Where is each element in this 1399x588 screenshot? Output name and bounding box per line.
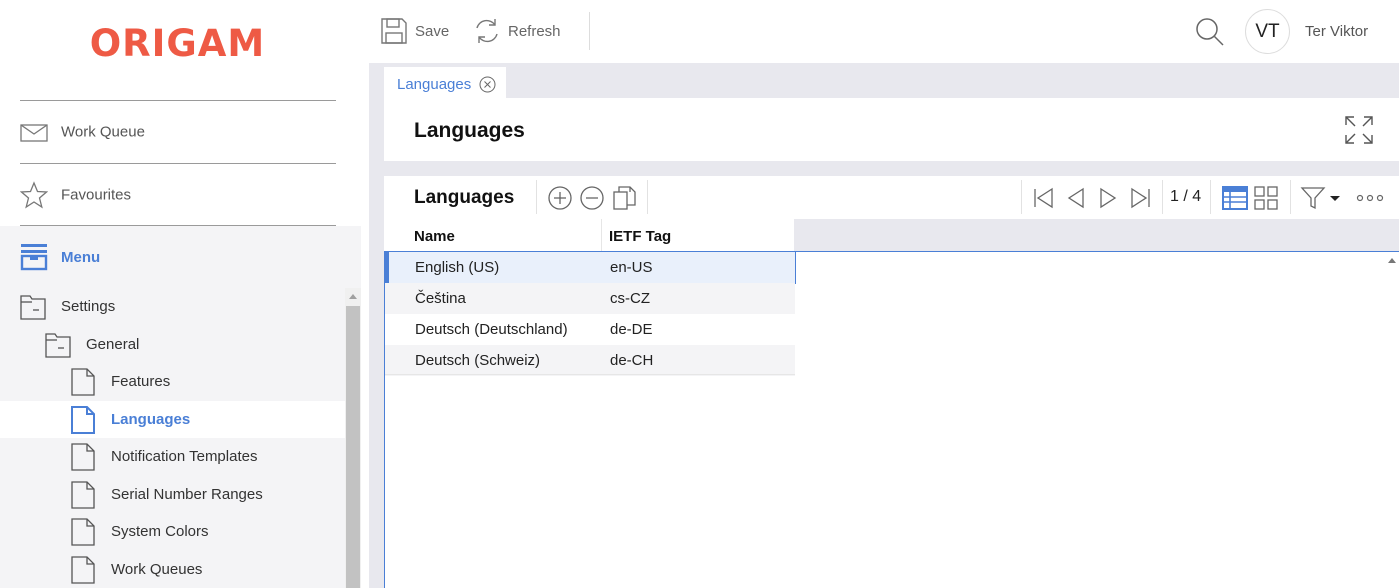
refresh-label: Refresh — [508, 22, 561, 40]
floppy-disk-icon — [381, 18, 407, 44]
close-icon[interactable] — [479, 76, 496, 93]
sidebar-item-favourites[interactable]: Favourites — [0, 164, 361, 226]
sidebar: ORIGAM Work Queue Favourites Menu Settin… — [0, 0, 361, 588]
menu-icon[interactable] — [19, 242, 49, 272]
copy-row-icon[interactable] — [611, 185, 637, 211]
divider — [385, 374, 795, 375]
toolbar-divider — [647, 180, 648, 214]
table-row[interactable]: English (US) en-US — [384, 251, 796, 284]
grid-body: English (US) en-US Čeština cs-CZ Deutsch… — [384, 251, 1399, 588]
tree-item-label: General — [86, 336, 140, 353]
envelope-icon — [20, 124, 48, 142]
toolbar-divider — [1021, 180, 1022, 214]
cell-ietf-tag[interactable]: de-DE — [610, 321, 653, 338]
cell-name[interactable]: Čeština — [415, 290, 466, 307]
document-icon — [71, 481, 95, 509]
more-options-icon[interactable] — [1356, 185, 1384, 211]
save-label: Save — [415, 22, 450, 40]
document-icon — [71, 556, 95, 584]
scroll-up-arrow-icon[interactable] — [1388, 258, 1396, 263]
grid-header: Name IETF Tag — [384, 219, 1399, 251]
folder-icon — [20, 295, 46, 320]
form-header: Languages — [384, 98, 1399, 161]
table-row[interactable]: Čeština cs-CZ — [385, 283, 795, 314]
tree-item-languages[interactable]: Languages — [0, 401, 345, 438]
tree-item-label: Settings — [61, 298, 116, 315]
folder-icon — [45, 333, 71, 358]
tab-label: Languages — [397, 76, 472, 93]
tree-item-settings[interactable]: Settings — [0, 288, 345, 325]
avatar[interactable]: VT — [1245, 9, 1290, 54]
cell-ietf-tag[interactable]: de-CH — [610, 352, 653, 369]
page-title: Languages — [414, 119, 525, 142]
toolbar-divider — [589, 12, 590, 50]
next-record-icon[interactable] — [1095, 185, 1121, 211]
search-icon[interactable] — [1195, 17, 1225, 47]
refresh-button[interactable]: Refresh — [472, 14, 561, 48]
tree-item-label: Notification Templates — [111, 448, 258, 465]
document-icon — [71, 518, 95, 546]
column-header-label: Name — [414, 228, 455, 245]
sidebar-scrollbar-thumb[interactable] — [346, 306, 360, 588]
document-icon — [71, 406, 95, 434]
toolbar-divider — [1162, 180, 1163, 214]
tree-item-label: Languages — [111, 411, 191, 428]
cell-name[interactable]: English (US) — [415, 259, 499, 276]
cell-ietf-tag[interactable]: en-US — [610, 259, 653, 276]
scroll-up-arrow-icon[interactable] — [349, 294, 357, 299]
sidebar-item-label: Work Queue — [61, 123, 145, 141]
toolbar-divider — [1210, 180, 1211, 214]
tab-languages[interactable]: Languages — [384, 67, 506, 102]
table-row[interactable]: Deutsch (Deutschland) de-DE — [385, 314, 795, 345]
menu-panel: Menu Settings General Features Languages… — [0, 226, 361, 588]
tree-item-serial-number-ranges[interactable]: Serial Number Ranges — [0, 476, 345, 513]
refresh-icon — [476, 19, 498, 43]
form-view-icon[interactable] — [1253, 185, 1279, 211]
tree-item-features[interactable]: Features — [0, 363, 345, 400]
column-header-ietf-tag[interactable]: IETF Tag — [602, 219, 794, 251]
tree-item-label: Serial Number Ranges — [111, 486, 263, 503]
column-header-label: IETF Tag — [609, 228, 672, 245]
toolbar-divider — [536, 180, 537, 214]
document-icon — [71, 443, 95, 471]
remove-row-icon[interactable] — [579, 185, 605, 211]
expand-icon[interactable] — [1344, 115, 1374, 145]
menu-title[interactable]: Menu — [61, 249, 100, 266]
top-toolbar: Save Refresh VT Ter Viktor — [361, 0, 1399, 63]
tree-item-label: Work Queues — [111, 561, 203, 578]
panel-toolbar: Languages 1 / 4 — [384, 176, 1399, 219]
table-view-icon[interactable] — [1222, 185, 1248, 211]
previous-record-icon[interactable] — [1063, 185, 1089, 211]
add-row-icon[interactable] — [547, 185, 573, 211]
chevron-down-icon[interactable] — [1328, 185, 1342, 211]
panel-title: Languages — [414, 187, 515, 208]
column-header-name[interactable]: Name — [384, 219, 601, 251]
star-icon — [20, 181, 48, 209]
languages-panel: Languages 1 / 4 Name IETF Tag English (U… — [384, 176, 1399, 588]
last-record-icon[interactable] — [1127, 185, 1153, 211]
cell-name[interactable]: Deutsch (Schweiz) — [415, 352, 540, 369]
toolbar-divider — [1290, 180, 1291, 214]
tree-item-work-queues[interactable]: Work Queues — [0, 551, 345, 588]
column-divider[interactable] — [601, 219, 602, 251]
origam-logo[interactable]: ORIGAM — [0, 22, 355, 65]
tree-item-notification-templates[interactable]: Notification Templates — [0, 438, 345, 475]
save-button[interactable]: Save — [379, 14, 449, 48]
sidebar-item-work-queue[interactable]: Work Queue — [0, 101, 361, 163]
document-icon — [71, 368, 95, 396]
tree-item-general[interactable]: General — [0, 326, 345, 363]
cell-name[interactable]: Deutsch (Deutschland) — [415, 321, 568, 338]
tree-item-system-colors[interactable]: System Colors — [0, 513, 345, 550]
sidebar-item-label: Favourites — [61, 186, 132, 204]
table-row[interactable]: Deutsch (Schweiz) de-CH — [385, 345, 795, 376]
record-counter: 1 / 4 — [1170, 188, 1202, 205]
filter-icon[interactable] — [1300, 185, 1326, 211]
main-area: Languages Languages Languages 1 / 4 Name… — [369, 63, 1399, 588]
user-name[interactable]: Ter Viktor — [1305, 23, 1368, 40]
first-record-icon[interactable] — [1031, 185, 1057, 211]
tree-item-label: Features — [111, 373, 171, 390]
cell-ietf-tag[interactable]: cs-CZ — [610, 290, 650, 307]
tree-item-label: System Colors — [111, 523, 209, 540]
